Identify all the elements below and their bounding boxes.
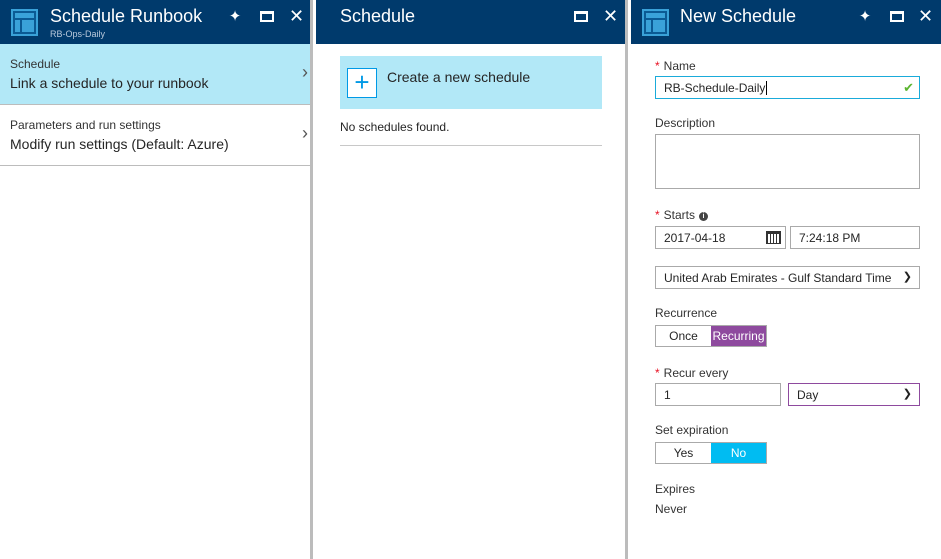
close-icon[interactable]: ✕: [289, 6, 304, 26]
recurrence-recurring-option[interactable]: Recurring: [711, 326, 766, 346]
parameters-nav-item[interactable]: Parameters and run settings Modify run s…: [0, 105, 310, 166]
recur-every-input[interactable]: 1: [655, 383, 781, 406]
expires-value: Never: [655, 502, 688, 516]
chevron-down-icon: ❯: [902, 271, 912, 283]
chevron-right-icon: ›: [302, 123, 308, 143]
schedule-nav-item[interactable]: Schedule Link a schedule to your runbook…: [0, 44, 310, 105]
blade-title: New Schedule: [680, 6, 797, 26]
description-input[interactable]: [655, 134, 920, 189]
set-expiration-label: Set expiration: [655, 423, 729, 437]
nav-item-label: Parameters and run settings: [10, 118, 161, 132]
expiration-no-option[interactable]: No: [711, 443, 766, 463]
new-schedule-blade: New Schedule ✦ ✕ * Name RB-Schedule-Daily…: [631, 0, 941, 559]
nav-item-value: Modify run settings (Default: Azure): [10, 136, 229, 152]
recurrence-toggle: Once Recurring: [655, 325, 767, 347]
info-icon[interactable]: i: [699, 212, 709, 221]
blade-subtitle: RB-Ops-Daily: [50, 29, 106, 39]
recurrence-label: Recurrence: [655, 306, 718, 320]
blade-icon: [642, 9, 669, 36]
start-date-input[interactable]: 2017-04-18: [655, 226, 786, 249]
pin-icon[interactable]: ✦: [226, 8, 244, 26]
check-icon: ✔: [903, 80, 914, 95]
expiration-yes-option[interactable]: Yes: [656, 443, 711, 463]
plus-icon: +: [347, 68, 377, 98]
empty-message: No schedules found.: [340, 109, 602, 146]
name-input[interactable]: RB-Schedule-Daily ✔: [655, 76, 920, 99]
recur-unit-select[interactable]: Day ❯: [788, 383, 920, 406]
schedule-blade: Schedule ✕ + Create a new schedule No sc…: [316, 0, 628, 559]
blades-container: Schedule Runbook RB-Ops-Daily ✦ ✕ Schedu…: [0, 0, 941, 559]
timezone-select[interactable]: United Arab Emirates - Gulf Standard Tim…: [655, 266, 920, 289]
blade-title: Schedule: [340, 6, 416, 26]
maximize-icon[interactable]: [574, 11, 588, 22]
create-schedule-label: Create a new schedule: [387, 69, 531, 85]
chevron-right-icon: ›: [302, 62, 308, 82]
maximize-icon[interactable]: [890, 11, 904, 22]
calendar-icon[interactable]: [766, 231, 781, 244]
schedule-runbook-blade: Schedule Runbook RB-Ops-Daily ✦ ✕ Schedu…: [0, 0, 313, 559]
blade-header: Schedule ✕: [316, 0, 625, 44]
blade-header: Schedule Runbook RB-Ops-Daily ✦ ✕: [0, 0, 310, 44]
expires-label: Expires: [655, 482, 696, 496]
recurrence-once-option[interactable]: Once: [656, 326, 711, 346]
nav-item-value: Link a schedule to your runbook: [10, 75, 209, 91]
blade-title: Schedule Runbook: [50, 6, 203, 26]
close-icon[interactable]: ✕: [918, 6, 933, 26]
close-icon[interactable]: ✕: [603, 6, 618, 26]
nav-item-label: Schedule: [10, 57, 61, 71]
blade-icon: [11, 9, 38, 36]
name-label: * Name: [655, 59, 696, 73]
starts-label: * Starts i: [655, 206, 709, 224]
set-expiration-toggle: Yes No: [655, 442, 767, 464]
recur-every-label: * Recur every: [655, 366, 729, 380]
pin-icon[interactable]: ✦: [856, 8, 874, 26]
maximize-icon[interactable]: [260, 11, 274, 22]
description-label: Description: [655, 116, 716, 130]
create-schedule-button[interactable]: + Create a new schedule: [340, 56, 602, 109]
blade-header: New Schedule ✦ ✕: [631, 0, 941, 44]
chevron-down-icon: ❯: [902, 388, 912, 400]
start-time-input[interactable]: 7:24:18 PM: [790, 226, 920, 249]
